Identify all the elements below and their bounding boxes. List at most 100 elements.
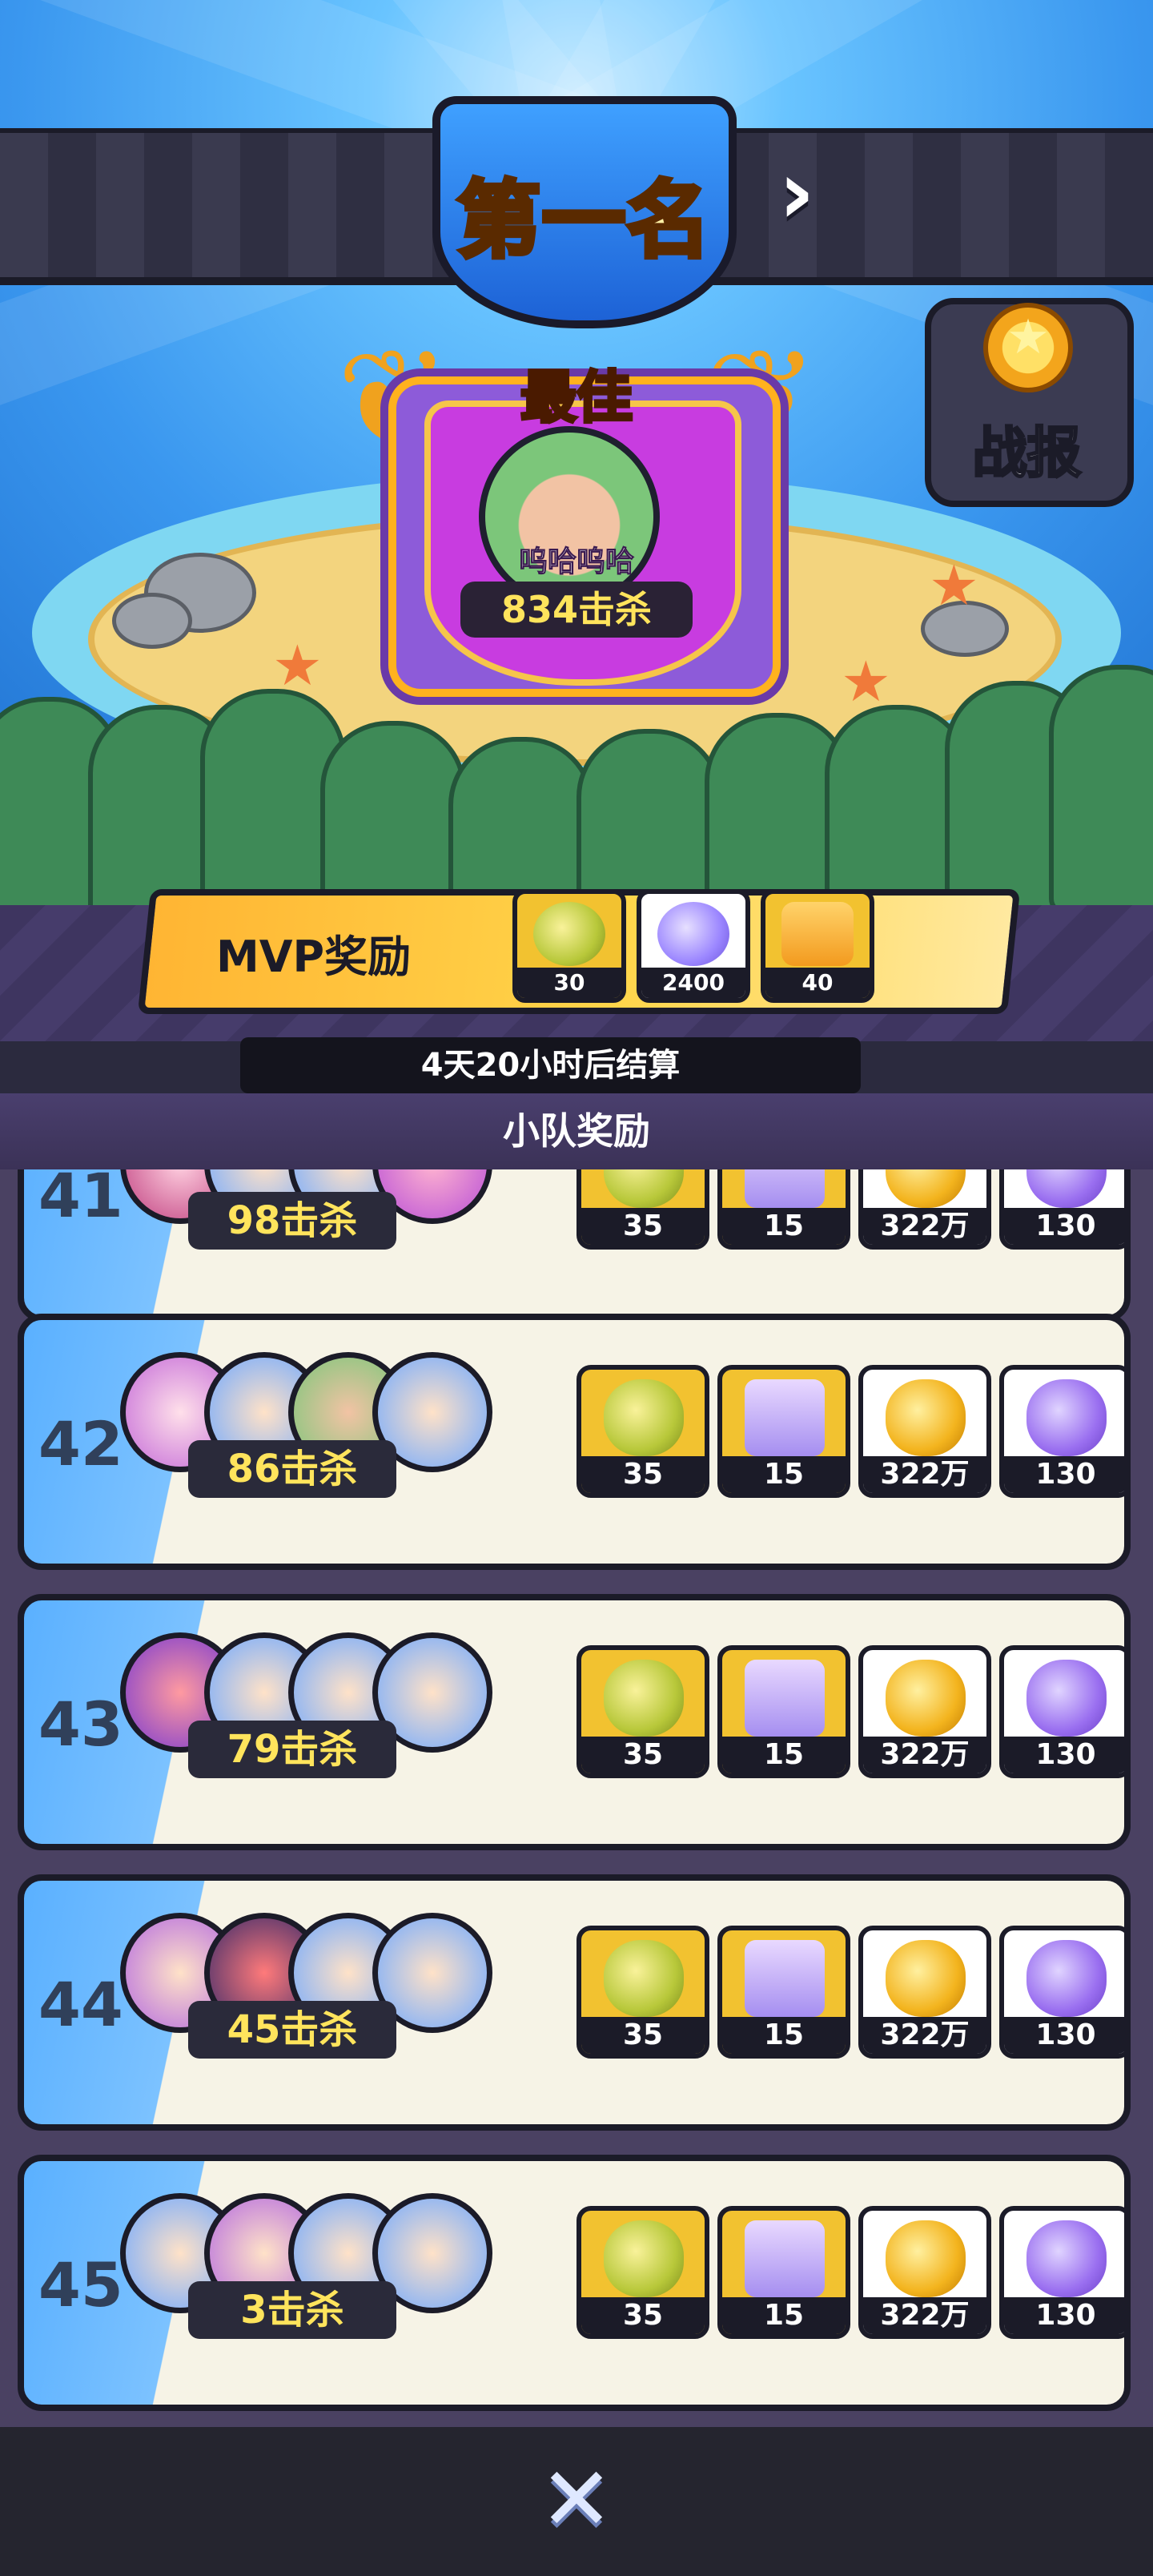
reward-gold-candy[interactable]: 322万 <box>858 2206 991 2339</box>
reward-qty: 15 <box>722 2017 846 2054</box>
kill-count: 98击杀 <box>188 1192 396 1250</box>
starfish: ★ <box>929 553 979 618</box>
reward-qty: 130 <box>1004 1456 1124 1493</box>
reward-golden-fruit[interactable]: 35 <box>576 1365 709 1498</box>
battle-report-label: 战报 <box>971 421 1083 487</box>
purple-capsule-icon <box>1026 1660 1107 1737</box>
reward-qty: 322万 <box>863 1737 986 1773</box>
reward-purple-capsule[interactable]: 130 <box>999 2206 1124 2339</box>
reward-golden-fruit[interactable]: 35 <box>576 1926 709 2059</box>
gold-candy-icon <box>886 1169 966 1208</box>
reward-qty: 40 <box>765 968 870 998</box>
reward-gold-candy[interactable]: 322万 <box>858 1365 991 1498</box>
list-item[interactable]: 45 3击杀 35 15 322万 130 <box>18 2155 1131 2411</box>
gold-candy-icon <box>886 1660 966 1737</box>
reward-qty: 35 <box>581 1456 705 1493</box>
mvp-player-name: 呜哈呜哈 <box>518 545 634 579</box>
reward-qty: 322万 <box>863 1456 986 1493</box>
golden-fruit-icon <box>604 1379 684 1456</box>
reward-qty: 322万 <box>863 2017 986 2054</box>
purple-capsule-icon <box>1026 2220 1107 2297</box>
reward-qty: 322万 <box>863 2297 986 2334</box>
close-icon[interactable]: ✕ <box>536 2455 617 2543</box>
purple-capsule-icon <box>1026 1940 1107 2017</box>
reward-mystery-box[interactable]: 15 <box>717 1645 850 1778</box>
reward-qty: 15 <box>722 1456 846 1493</box>
reward-qty: 130 <box>1004 1208 1124 1245</box>
golden-fruit-icon <box>604 2220 684 2297</box>
ticket-icon <box>781 902 854 966</box>
mystery-box-icon <box>745 1169 825 1208</box>
reward-qty: 30 <box>517 968 621 998</box>
reward-qty: 15 <box>722 1737 846 1773</box>
mvp-reward-label: MVP奖励 <box>216 932 412 982</box>
reward-mystery-box[interactable]: 15 <box>717 1365 850 1498</box>
reward-qty: 130 <box>1004 2017 1124 2054</box>
kill-count: 79击杀 <box>188 1721 396 1778</box>
list-item[interactable]: 44 45击杀 35 15 322万 130 <box>18 1874 1131 2131</box>
reward-qty: 2400 <box>641 968 745 998</box>
rock <box>112 593 192 649</box>
reward-purple-capsule[interactable]: 130 <box>999 1169 1124 1250</box>
kill-count: 86击杀 <box>188 1440 396 1498</box>
squad-reward-title: 小队奖励 <box>0 1093 1153 1169</box>
mvp-reward-golden-fruit[interactable]: 30 <box>512 889 626 1003</box>
rank-title: 第一名 <box>455 169 713 272</box>
bush <box>1049 665 1153 915</box>
list-item[interactable]: 42 86击杀 35 15 322万 130 <box>18 1314 1131 1570</box>
golden-fruit-icon <box>533 902 605 966</box>
reward-purple-capsule[interactable]: 130 <box>999 1365 1124 1498</box>
squad-reward-list[interactable]: 41 98击杀 35 15 322万 130 42 86击杀 35 15 322… <box>0 1169 1153 2427</box>
reward-mystery-box[interactable]: 15 <box>717 1926 850 2059</box>
kill-count: 45击杀 <box>188 2001 396 2059</box>
reward-qty: 15 <box>722 2297 846 2334</box>
purple-capsule-icon <box>1026 1169 1107 1208</box>
star-icon: ★ <box>1006 309 1050 365</box>
reward-gold-candy[interactable]: 322万 <box>858 1645 991 1778</box>
orb-pair-icon <box>657 902 729 966</box>
mystery-box-icon <box>745 1940 825 2017</box>
reward-qty: 35 <box>581 1208 705 1245</box>
reward-purple-capsule[interactable]: 130 <box>999 1645 1124 1778</box>
gold-candy-icon <box>886 2220 966 2297</box>
reward-mystery-box[interactable]: 15 <box>717 2206 850 2339</box>
gold-candy-icon <box>886 1379 966 1456</box>
reward-golden-fruit[interactable]: 35 <box>576 1169 709 1250</box>
rank-number: 41 <box>38 1169 123 1231</box>
reward-golden-fruit[interactable]: 35 <box>576 2206 709 2339</box>
reward-qty: 35 <box>581 2017 705 2054</box>
golden-fruit-icon <box>604 1660 684 1737</box>
mystery-box-icon <box>745 1660 825 1737</box>
rank-number: 45 <box>38 2249 123 2320</box>
reward-gold-candy[interactable]: 322万 <box>858 1169 991 1250</box>
mvp-reward-ticket[interactable]: 40 <box>761 889 874 1003</box>
golden-fruit-icon <box>604 1169 684 1208</box>
reward-gold-candy[interactable]: 322万 <box>858 1926 991 2059</box>
chevron-right-icon[interactable]: › <box>761 148 833 236</box>
reward-qty: 322万 <box>863 1208 986 1245</box>
golden-fruit-icon <box>604 1940 684 2017</box>
rank-number: 42 <box>38 1408 123 1479</box>
kill-count: 3击杀 <box>188 2281 396 2339</box>
purple-capsule-icon <box>1026 1379 1107 1456</box>
mystery-box-icon <box>745 1379 825 1456</box>
reward-golden-fruit[interactable]: 35 <box>576 1645 709 1778</box>
list-item[interactable]: 41 98击杀 35 15 322万 130 <box>18 1169 1131 1322</box>
reward-qty: 35 <box>581 1737 705 1773</box>
mvp-kill-count: 834击杀 <box>460 582 693 638</box>
rank-number: 43 <box>38 1688 123 1760</box>
mvp-reward-orbs[interactable]: 2400 <box>637 889 750 1003</box>
mystery-box-icon <box>745 2220 825 2297</box>
reward-qty: 130 <box>1004 2297 1124 2334</box>
reward-qty: 15 <box>722 1208 846 1245</box>
mvp-avatar <box>479 426 660 607</box>
reward-purple-capsule[interactable]: 130 <box>999 1926 1124 2059</box>
best-label: 最佳 <box>519 363 634 432</box>
rank-number: 44 <box>38 1969 123 2040</box>
reward-qty: 130 <box>1004 1737 1124 1773</box>
list-item[interactable]: 43 79击杀 35 15 322万 130 <box>18 1594 1131 1850</box>
reward-mystery-box[interactable]: 15 <box>717 1169 850 1250</box>
reward-qty: 35 <box>581 2297 705 2334</box>
settlement-timer: 4天20小时后结算 <box>240 1037 861 1093</box>
gold-candy-icon <box>886 1940 966 2017</box>
